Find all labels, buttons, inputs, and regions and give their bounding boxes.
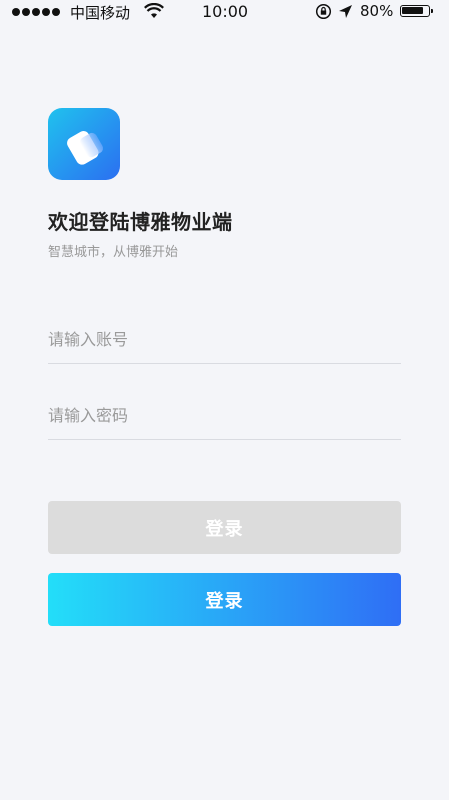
account-input[interactable] — [48, 315, 401, 363]
carrier-name: 中国移动 — [70, 4, 131, 22]
password-field — [48, 391, 401, 440]
account-field — [48, 315, 401, 364]
login-button[interactable]: 登录 — [48, 573, 401, 626]
login-button-disabled[interactable]: 登录 — [48, 501, 401, 554]
battery-percentage: 80% — [360, 2, 394, 20]
app-logo — [48, 108, 120, 180]
rotation-lock-icon — [315, 3, 332, 20]
wifi-icon — [144, 3, 164, 18]
battery-icon — [400, 5, 433, 17]
logo-mark-icon — [67, 131, 104, 165]
status-bar: 中国移动 10:00 80% — [0, 0, 449, 24]
signal-strength-icon — [12, 8, 60, 16]
page-subtitle: 智慧城市，从博雅开始 — [48, 245, 179, 260]
page-title: 欢迎登陆博雅物业端 — [48, 210, 233, 234]
location-arrow-icon — [339, 5, 352, 18]
clock-time: 10:00 — [202, 2, 249, 21]
password-input[interactable] — [48, 391, 401, 439]
